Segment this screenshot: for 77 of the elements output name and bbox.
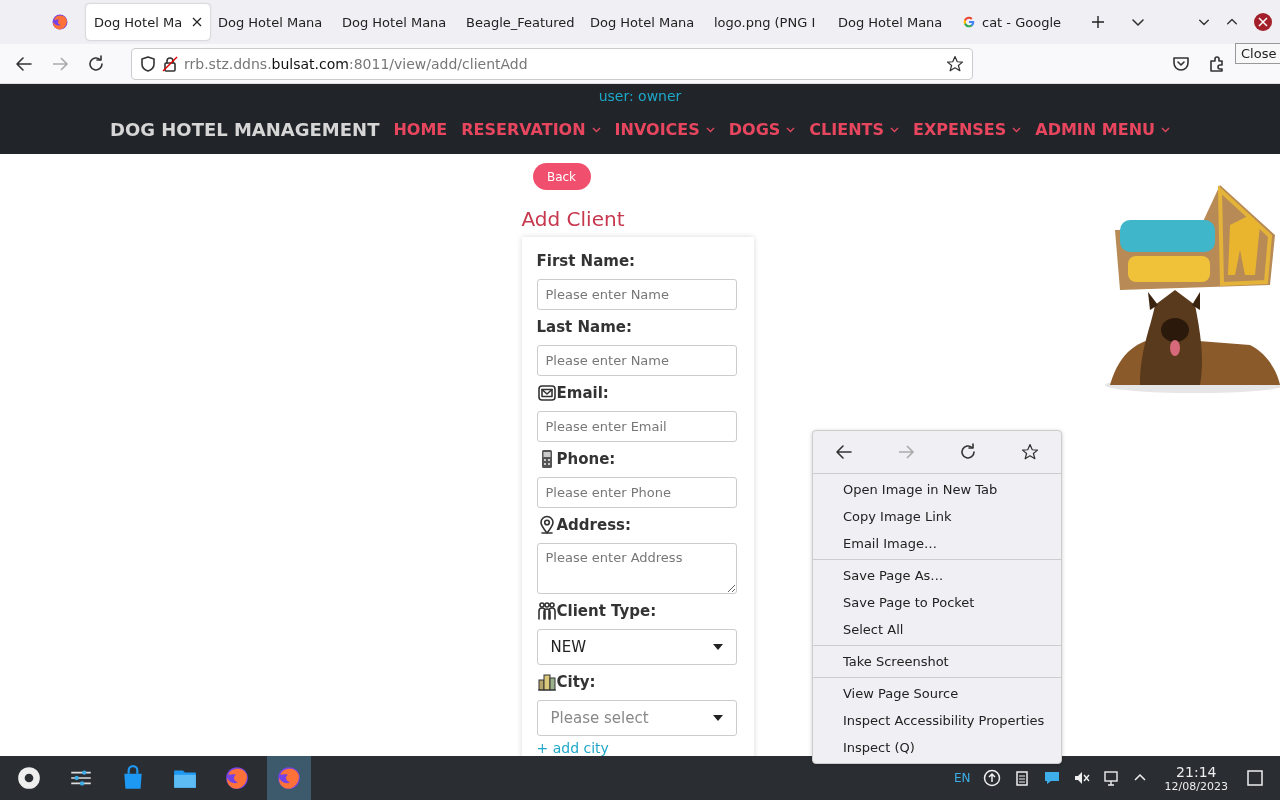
puzzle-icon[interactable]	[1208, 54, 1226, 73]
menu-item[interactable]: Inspect (Q)	[813, 734, 1061, 761]
browser-tab[interactable]: Dog Hotel Mana	[582, 4, 706, 40]
update-icon[interactable]	[982, 769, 1001, 787]
input-field[interactable]: Please enter Email	[536, 411, 737, 442]
menu-item[interactable]: Open Image in New Tab	[813, 476, 1061, 503]
caret-icon	[712, 644, 723, 650]
url-text: rrb.stz.ddns.bulsat.com:8011/view/add/clientAdd	[184, 55, 529, 72]
nav-link[interactable]: CLIENTS	[809, 120, 899, 139]
field-label: Last Name:	[536, 318, 632, 336]
close-icon[interactable]	[192, 17, 202, 27]
tooltip: Close	[1235, 43, 1280, 64]
menu-item[interactable]: Select All	[813, 616, 1061, 643]
address-field[interactable]: rrb.stz.ddns.bulsat.com:8011/view/add/clientAdd	[131, 47, 973, 80]
show-desktop-icon[interactable]	[1246, 769, 1264, 787]
shield-icon	[140, 55, 156, 72]
browser-tab[interactable]: Dog Hotel Ma	[86, 4, 210, 40]
menu-item[interactable]: View Page Source	[813, 680, 1061, 707]
firefox-icon	[224, 765, 250, 791]
lock-icon	[162, 55, 178, 72]
plus-icon[interactable]	[1091, 15, 1105, 29]
launcher-icon	[16, 765, 42, 791]
input-field[interactable]: Please enter Phone	[536, 477, 737, 508]
back-arrow-icon[interactable]	[835, 443, 853, 461]
browser-tab[interactable]: cat - Google	[954, 4, 1078, 40]
firefox-icon[interactable]	[51, 13, 69, 31]
language-indicator[interactable]: EN	[954, 771, 971, 785]
star-icon[interactable]	[946, 54, 964, 73]
field-label: Phone:	[556, 450, 616, 468]
browser-tab[interactable]: Dog Hotel Mana	[830, 4, 954, 40]
network-icon[interactable]	[1102, 769, 1121, 787]
pocket-icon[interactable]	[1172, 54, 1190, 73]
nav-link[interactable]: EXPENSES	[913, 120, 1022, 139]
field-label: Address:	[556, 516, 631, 534]
brand-title[interactable]: DOG HOTEL MANAGEMENT	[110, 119, 380, 140]
reload-icon[interactable]	[959, 443, 977, 461]
nav-link[interactable]: HOME	[393, 120, 448, 139]
firefox-icon	[276, 765, 302, 791]
clock-time[interactable]: 21:14	[1176, 763, 1217, 780]
google-icon	[962, 15, 976, 29]
nav-link[interactable]: RESERVATION	[461, 120, 601, 139]
field-label: City:	[556, 673, 596, 691]
forward-arrow-icon	[897, 443, 915, 461]
user-label: user: owner	[598, 88, 682, 104]
select-field[interactable]: Please select	[536, 700, 737, 736]
envelope-icon	[536, 383, 557, 403]
forward-arrow-icon	[51, 54, 69, 73]
menu-item[interactable]: Copy Image Link	[813, 503, 1061, 530]
people-icon	[536, 601, 557, 621]
form-title: Add Client	[521, 207, 625, 231]
nav-link[interactable]: ADMIN MENU	[1035, 120, 1170, 139]
text-area[interactable]: Please enter Address	[536, 543, 737, 594]
field-label: First Name:	[536, 252, 636, 270]
clock-date[interactable]: 12/08/2023	[1164, 779, 1228, 793]
menu-item[interactable]: Take Screenshot	[813, 648, 1061, 675]
nav-link[interactable]: INVOICES	[614, 120, 715, 139]
field-label: Client Type:	[556, 602, 657, 620]
input-field[interactable]: Please enter Name	[536, 345, 737, 376]
nav-link[interactable]: DOGS	[728, 120, 796, 139]
caret-icon	[712, 715, 723, 721]
menu-item[interactable]: Save Page As…	[813, 562, 1061, 589]
browser-tab[interactable]: logo.png (PNG I	[706, 4, 830, 40]
star-icon[interactable]	[1021, 443, 1039, 461]
close-icon[interactable]	[1254, 13, 1272, 31]
menu-item[interactable]: Inspect Accessibility Properties	[813, 707, 1061, 734]
reload-icon[interactable]	[87, 54, 105, 73]
buildings-icon	[536, 672, 557, 692]
input-field[interactable]: Please enter Name	[536, 279, 737, 310]
field-label: Email:	[556, 384, 609, 402]
menu-item[interactable]: Email Image…	[813, 530, 1061, 557]
browser-tab[interactable]: Dog Hotel Mana	[210, 4, 334, 40]
menu-item[interactable]: Save Page to Pocket	[813, 589, 1061, 616]
browser-tab[interactable]: Beagle_Featured	[458, 4, 582, 40]
browser-tab[interactable]: Dog Hotel Mana	[334, 4, 458, 40]
chat-icon[interactable]	[1042, 769, 1061, 787]
select-field[interactable]: NEW	[536, 629, 737, 665]
back-arrow-icon[interactable]	[15, 54, 33, 73]
